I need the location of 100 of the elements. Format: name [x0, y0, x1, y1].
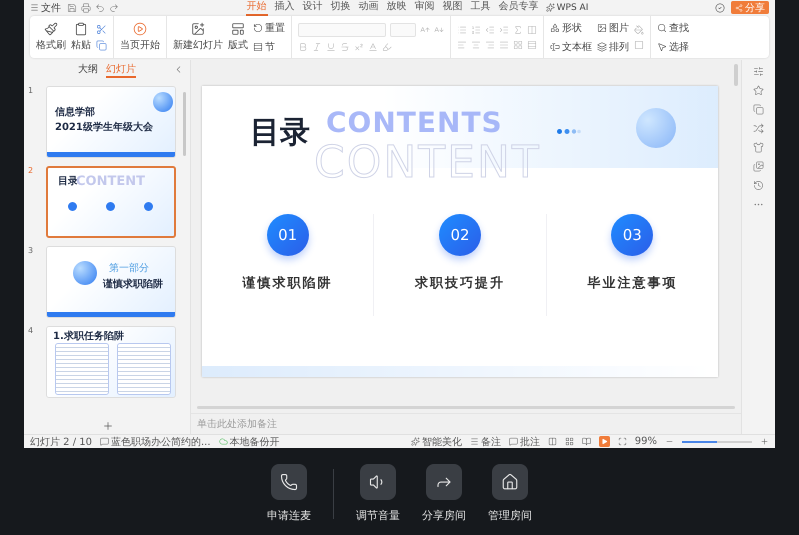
call-control-button[interactable] [426, 464, 462, 500]
find-button[interactable]: 查找 [657, 20, 689, 34]
ribbon-tab[interactable]: 工具 [470, 0, 492, 16]
ribbon-tab[interactable]: 视图 [442, 0, 464, 16]
shapes-icon[interactable] [550, 22, 560, 32]
image-icon[interactable] [597, 22, 607, 32]
layout-icon[interactable] [231, 22, 245, 36]
slide-thumbnail[interactable]: 第一部分 谨慎求职陷阱 [46, 246, 176, 318]
font-color-icon[interactable] [368, 42, 378, 52]
print-icon[interactable] [81, 2, 91, 12]
bold-icon[interactable] [298, 42, 308, 52]
ribbon-tab[interactable]: 动画 [358, 0, 380, 16]
history-icon[interactable] [753, 180, 764, 191]
strikethrough-icon[interactable] [340, 42, 350, 52]
redo-icon[interactable] [109, 2, 119, 12]
search-icon[interactable] [657, 22, 667, 32]
comment-icon[interactable] [508, 437, 518, 446]
comments-button[interactable]: 批注 [508, 434, 540, 448]
fill-icon[interactable] [634, 24, 644, 34]
play-icon[interactable] [133, 22, 147, 36]
ribbon-tab[interactable]: 插入 [274, 0, 296, 16]
section-button[interactable]: 节 [253, 40, 285, 54]
arrange-button[interactable]: 排列 [597, 40, 629, 54]
slide-thumbnail[interactable]: 1.求职任务陷阱 [46, 326, 176, 398]
font-name-field[interactable] [298, 22, 386, 36]
undo-icon[interactable] [95, 2, 105, 12]
text-box-icon[interactable] [550, 42, 560, 52]
shirt-icon[interactable] [753, 142, 764, 153]
new-slide-button[interactable]: 新建幻灯片 [173, 22, 223, 52]
images-icon[interactable] [753, 161, 764, 172]
ribbon-tab[interactable]: 放映 [386, 0, 408, 16]
slide-thumbnail[interactable]: 目录CONTENT [46, 166, 176, 238]
call-control-button[interactable] [492, 464, 528, 500]
outline-icon[interactable] [634, 40, 644, 50]
theme-name[interactable]: 蓝色职场办公简约的... [100, 434, 211, 448]
scrollbar-thumb[interactable] [734, 64, 738, 86]
paintbrush-icon[interactable] [44, 22, 58, 36]
notes-button[interactable]: 备注 [470, 434, 501, 448]
scissors-icon[interactable] [96, 24, 107, 34]
sliders-icon[interactable] [753, 66, 764, 77]
format-painter-button[interactable]: 格式刷 [36, 22, 66, 52]
check-icon[interactable] [715, 2, 725, 12]
grid-icon[interactable] [513, 40, 523, 50]
columns-icon[interactable] [527, 24, 537, 34]
reading-view-icon[interactable] [582, 437, 591, 446]
select-button[interactable]: 选择 [657, 40, 689, 54]
picture-button[interactable]: 图片 [597, 20, 629, 34]
save-icon[interactable] [67, 2, 77, 12]
slide-thumbnail[interactable]: 信息学部 2021级学生年级大会 [46, 86, 176, 158]
font-grow-icon[interactable] [420, 24, 430, 34]
panel-tab[interactable]: 大纲 [78, 62, 98, 78]
shape-button[interactable]: 形状 [550, 20, 592, 34]
copy-icon[interactable] [753, 104, 764, 115]
ribbon-tab[interactable]: 审阅 [414, 0, 436, 16]
ribbon-tab[interactable]: 会员专享 [498, 0, 540, 16]
layout-button[interactable]: 版式 [228, 22, 248, 52]
zoom-in-icon[interactable] [760, 437, 769, 446]
pointer-icon[interactable] [657, 42, 667, 52]
fit-icon[interactable] [618, 437, 627, 446]
italic-icon[interactable] [312, 42, 322, 52]
paste-button[interactable]: 粘贴 [71, 22, 91, 52]
zoom-level[interactable]: 99% [634, 436, 657, 447]
list-icon[interactable] [470, 437, 479, 446]
star-icon[interactable] [753, 85, 764, 96]
font-size-field[interactable] [390, 22, 416, 36]
image-plus-icon[interactable] [191, 22, 205, 36]
call-control-button[interactable] [271, 464, 307, 500]
grid-view-icon[interactable] [564, 437, 574, 446]
sparkle-icon[interactable] [410, 437, 420, 446]
play-button[interactable] [598, 436, 610, 447]
text-box-button[interactable]: 文本框 [550, 40, 592, 54]
beautify-button[interactable]: 智能美化 [410, 434, 462, 448]
share-icon[interactable] [735, 4, 743, 12]
underline-icon[interactable] [326, 42, 336, 52]
slide-heading: CONTENTS [326, 108, 503, 138]
number-circle [106, 202, 115, 211]
rows-icon[interactable] [253, 42, 263, 52]
layers-icon[interactable] [597, 42, 607, 52]
font-shrink-icon[interactable] [434, 24, 444, 34]
start-from-current-button[interactable]: 当页开始 [120, 22, 160, 52]
cloud-icon[interactable] [218, 437, 228, 446]
reset-button[interactable]: 重置 [253, 20, 285, 34]
clipboard-icon[interactable] [74, 22, 88, 36]
ai-tab[interactable]: WPS AI [546, 2, 588, 12]
number-circle: 01 [266, 214, 309, 256]
add-icon[interactable] [102, 420, 114, 432]
copy-icon[interactable] [96, 40, 107, 50]
file-menu[interactable]: 文件 [30, 0, 61, 14]
call-control-button[interactable] [360, 464, 396, 500]
ribbon-tab[interactable]: 设计 [302, 0, 324, 16]
superscript-icon[interactable] [354, 42, 364, 52]
backup-status[interactable]: 本地备份开 [218, 434, 280, 448]
sparkle-icon[interactable] [546, 3, 555, 12]
ribbon-tab[interactable]: 切换 [330, 0, 352, 16]
reset-icon[interactable] [253, 22, 263, 32]
highlighter-icon[interactable] [382, 42, 392, 52]
shuffle-icon[interactable] [753, 123, 764, 134]
normal-view-icon[interactable] [548, 437, 557, 446]
scrollbar-thumb[interactable] [183, 92, 186, 156]
menu-icon[interactable] [30, 3, 39, 12]
